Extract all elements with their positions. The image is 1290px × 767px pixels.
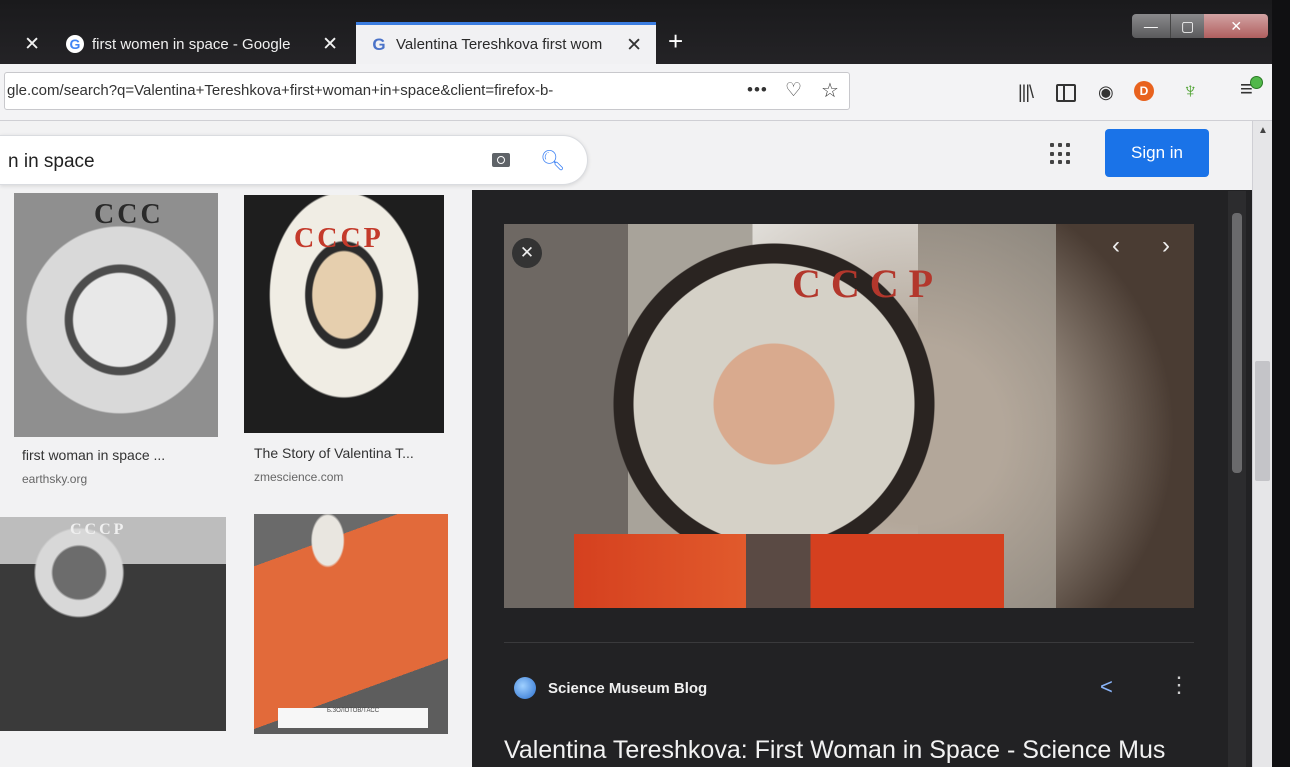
- search-input[interactable]: n in space: [8, 151, 95, 173]
- close-preview-icon[interactable]: ✕: [512, 238, 542, 268]
- page-scrollbar-thumb[interactable]: [1255, 361, 1270, 481]
- more-options-icon[interactable]: ⋮: [1168, 672, 1190, 698]
- image-preview-panel: CCCP ✕ ‹ › Science Museum Blog < ⋮ Valen…: [472, 190, 1252, 767]
- google-favicon-icon: G: [372, 34, 386, 54]
- divider: [504, 642, 1194, 643]
- maximize-button[interactable]: ▢: [1169, 14, 1205, 38]
- preview-scrollbar-thumb[interactable]: [1232, 213, 1242, 473]
- window-controls: — ▢ ✕: [1132, 14, 1268, 38]
- sign-in-button[interactable]: Sign in: [1105, 129, 1209, 177]
- result-thumbnail[interactable]: Б.ЗОЛОТОВ/ТАСС: [254, 514, 448, 734]
- bookmark-star-icon[interactable]: ☆: [821, 78, 839, 103]
- result-title[interactable]: first woman in space ...: [22, 447, 165, 463]
- tab-close-icon[interactable]: ✕: [24, 33, 40, 56]
- spacesuit: [574, 534, 1004, 608]
- next-image-icon[interactable]: ›: [1162, 232, 1170, 260]
- screen: ✕ G first women in space - Google ✕ G Va…: [0, 0, 1290, 767]
- search-results-page: n in space 🔍︎ Sign in CCC first woman in…: [0, 121, 1252, 767]
- tab-partial[interactable]: ✕: [0, 24, 52, 64]
- google-apps-icon[interactable]: [1050, 143, 1072, 165]
- monitor-bezel: [1272, 0, 1290, 767]
- camera-search-icon[interactable]: [492, 153, 510, 167]
- globe-icon: [514, 677, 536, 699]
- helmet-lettering: CCCP: [294, 223, 384, 254]
- share-icon[interactable]: <: [1100, 674, 1113, 700]
- new-tab-button[interactable]: +: [668, 26, 683, 57]
- extension-icon[interactable]: ♆: [1182, 78, 1199, 104]
- minimize-button[interactable]: —: [1132, 14, 1170, 38]
- account-icon[interactable]: ◉: [1098, 82, 1114, 103]
- helmet-lettering: CCC: [94, 199, 164, 230]
- google-favicon-icon: G: [66, 35, 84, 53]
- page-scrollbar[interactable]: ▲: [1252, 121, 1273, 767]
- url-bar[interactable]: gle.com/search?q=Valentina+Tereshkova+fi…: [4, 72, 850, 110]
- scroll-up-icon[interactable]: ▲: [1258, 125, 1268, 136]
- tab-valentina-tereshkova[interactable]: G Valentina Tereshkova first wom ✕: [356, 22, 656, 64]
- tab-first-women-in-space[interactable]: G first women in space - Google ✕: [52, 24, 352, 64]
- update-badge-icon: [1250, 76, 1263, 89]
- tab-title: first women in space - Google: [92, 35, 291, 53]
- tab-close-icon[interactable]: ✕: [322, 33, 338, 56]
- tab-bar: ✕ G first women in space - Google ✕ G Va…: [0, 0, 1290, 64]
- previous-image-icon[interactable]: ‹: [1112, 232, 1120, 260]
- tab-title: Valentina Tereshkova first wom: [396, 36, 603, 53]
- sidebar-icon[interactable]: [1056, 84, 1076, 102]
- result-source: zmescience.com: [254, 470, 344, 484]
- ublock-icon[interactable]: D: [1134, 81, 1154, 101]
- library-icon[interactable]: |||\: [1018, 82, 1034, 103]
- result-thumbnail[interactable]: CCC: [14, 193, 218, 437]
- preview-title[interactable]: Valentina Tereshkova: First Woman in Spa…: [504, 736, 1224, 765]
- url-text[interactable]: gle.com/search?q=Valentina+Tereshkova+fi…: [7, 82, 697, 99]
- source-site-name[interactable]: Science Museum Blog: [548, 680, 707, 697]
- result-thumbnail[interactable]: CCCP: [244, 195, 444, 433]
- result-thumbnail[interactable]: CCCP: [0, 517, 226, 731]
- helmet-lettering: CCCP: [70, 521, 127, 538]
- search-box[interactable]: n in space 🔍︎: [0, 135, 588, 185]
- photo-stamp: Б.ЗОЛОТОВ/ТАСС: [278, 708, 428, 728]
- helmet-lettering: CCCP: [792, 261, 944, 306]
- pocket-icon[interactable]: ♡: [785, 79, 802, 102]
- result-source: earthsky.org: [22, 472, 88, 486]
- page-actions-icon[interactable]: •••: [747, 80, 768, 100]
- search-icon[interactable]: 🔍︎: [540, 148, 565, 173]
- nav-bar: gle.com/search?q=Valentina+Tereshkova+fi…: [0, 64, 1290, 121]
- tab-close-icon[interactable]: ✕: [626, 34, 642, 57]
- close-window-button[interactable]: ✕: [1204, 14, 1268, 38]
- result-title[interactable]: The Story of Valentina T...: [254, 445, 414, 461]
- preview-scrollbar[interactable]: [1228, 191, 1246, 767]
- preview-image[interactable]: CCCP: [504, 224, 1194, 608]
